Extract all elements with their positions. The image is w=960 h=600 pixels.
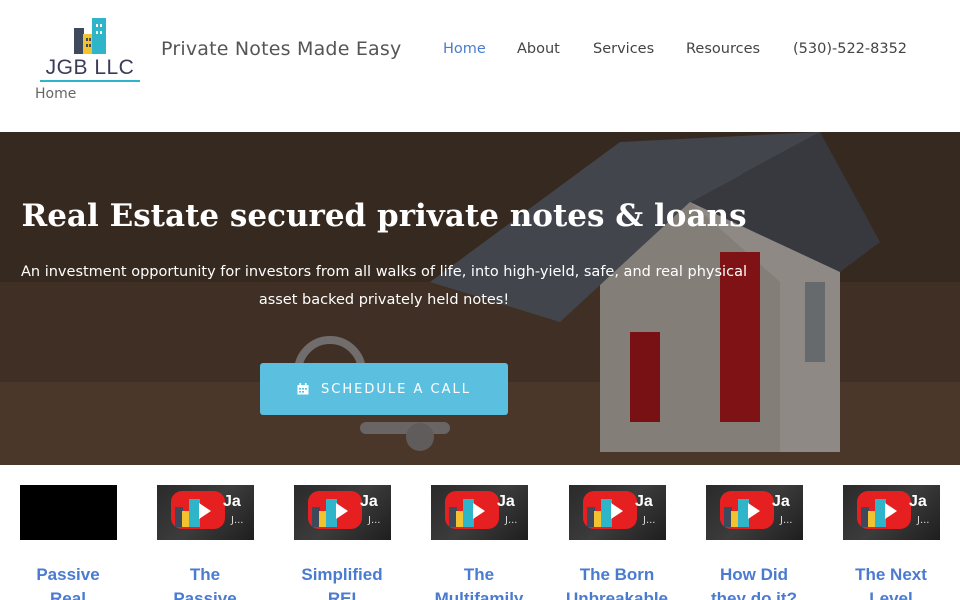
nav-item-phone[interactable]: (530)-522-8352: [793, 41, 907, 57]
breadcrumb[interactable]: Home: [35, 86, 76, 102]
video-card[interactable]: Ja J... How Did they do it?: [706, 485, 826, 600]
video-thumbnail[interactable]: Ja J...: [294, 485, 391, 540]
hero-subtitle: An investment opportunity for investors …: [14, 258, 754, 314]
video-title-line: REI: [327, 589, 357, 600]
video-card[interactable]: Passive Real: [20, 485, 140, 600]
video-title-line: they do it?: [711, 589, 797, 600]
main-nav: Home About Services Resources (530)-522-…: [0, 41, 960, 61]
play-triangle-icon: [885, 503, 897, 519]
video-title[interactable]: The Born Unbreakable: [557, 563, 677, 600]
video-card[interactable]: Ja J... The Multifamily: [431, 485, 551, 600]
logo-underline: [40, 80, 140, 82]
thumbnail-subtext: J...: [917, 515, 930, 526]
video-title-line: Multifamily: [434, 589, 524, 600]
video-thumbnail[interactable]: Ja J...: [431, 485, 528, 540]
thumbnail-channel-text: Ja: [772, 493, 790, 510]
thumbnail-subtext: J...: [368, 515, 381, 526]
video-thumbnail[interactable]: Ja J...: [569, 485, 666, 540]
thumbnail-subtext: J...: [505, 515, 518, 526]
nav-item-about[interactable]: About: [517, 41, 560, 57]
video-card[interactable]: Ja J... The Born Unbreakable: [566, 485, 689, 600]
nav-item-services[interactable]: Services: [593, 41, 654, 57]
video-title[interactable]: Simplified REI: [282, 563, 402, 600]
play-triangle-icon: [473, 503, 485, 519]
thumbnail-channel-text: Ja: [909, 493, 927, 510]
site-header: JGB LLC Private Notes Made Easy Home Abo…: [0, 0, 960, 132]
hero-banner: Real Estate secured private notes & loan…: [0, 132, 960, 465]
video-title-line: Real: [50, 589, 86, 600]
play-triangle-icon: [199, 503, 211, 519]
hero-title: Real Estate secured private notes & loan…: [21, 198, 747, 234]
thumbnail-channel-text: Ja: [635, 493, 653, 510]
play-triangle-icon: [748, 503, 760, 519]
play-triangle-icon: [611, 503, 623, 519]
calendar-icon: [297, 383, 309, 395]
video-title-line: The: [463, 565, 495, 584]
thumbnail-channel-text: Ja: [497, 493, 515, 510]
channel-logo-icon: [312, 499, 337, 527]
video-card[interactable]: Ja J... Simplified REI: [294, 485, 414, 600]
video-thumbnail[interactable]: Ja J...: [706, 485, 803, 540]
video-thumbnail[interactable]: [20, 485, 117, 540]
play-triangle-icon: [336, 503, 348, 519]
thumbnail-subtext: J...: [643, 515, 656, 526]
video-title-line: The: [189, 565, 221, 584]
thumbnail-channel-text: Ja: [223, 493, 241, 510]
video-title-line: The Born: [579, 565, 655, 584]
video-title-line: Passive: [36, 565, 100, 584]
channel-logo-icon: [587, 499, 612, 527]
channel-logo-icon: [861, 499, 886, 527]
hero-subtitle-line: An investment opportunity for investors …: [21, 264, 747, 280]
nav-item-resources[interactable]: Resources: [686, 41, 760, 57]
channel-logo-icon: [175, 499, 200, 527]
video-title-line: The Next: [855, 565, 927, 584]
schedule-call-button[interactable]: SCHEDULE A CALL: [260, 363, 508, 415]
channel-logo-icon: [724, 499, 749, 527]
video-title[interactable]: The Passive: [145, 563, 265, 600]
video-title[interactable]: The Next Level: [831, 563, 951, 600]
schedule-call-label: SCHEDULE A CALL: [321, 381, 471, 397]
video-title[interactable]: How Did they do it?: [694, 563, 814, 600]
hero-subtitle-line: asset backed privately held notes!: [258, 292, 510, 308]
nav-item-home[interactable]: Home: [443, 41, 486, 57]
video-thumbnail[interactable]: Ja J...: [157, 485, 254, 540]
video-title[interactable]: Passive Real: [8, 563, 128, 600]
thumbnail-subtext: J...: [780, 515, 793, 526]
video-card[interactable]: Ja J... The Passive: [157, 485, 277, 600]
thumbnail-subtext: J...: [231, 515, 244, 526]
video-thumbnail[interactable]: Ja J...: [843, 485, 940, 540]
thumbnail-channel-text: Ja: [360, 493, 378, 510]
video-title-line: Simplified: [301, 565, 383, 584]
video-title-line: Unbreakable: [565, 589, 669, 600]
video-card[interactable]: Ja J... The Next Level: [843, 485, 960, 600]
video-title[interactable]: The Multifamily: [419, 563, 539, 600]
video-list: Passive Real Ja J... The Passive Ja J...…: [0, 465, 960, 600]
video-title-line: How Did: [720, 565, 788, 584]
video-title-line: Level: [869, 589, 913, 600]
video-title-line: Passive: [173, 589, 237, 600]
channel-logo-icon: [449, 499, 474, 527]
